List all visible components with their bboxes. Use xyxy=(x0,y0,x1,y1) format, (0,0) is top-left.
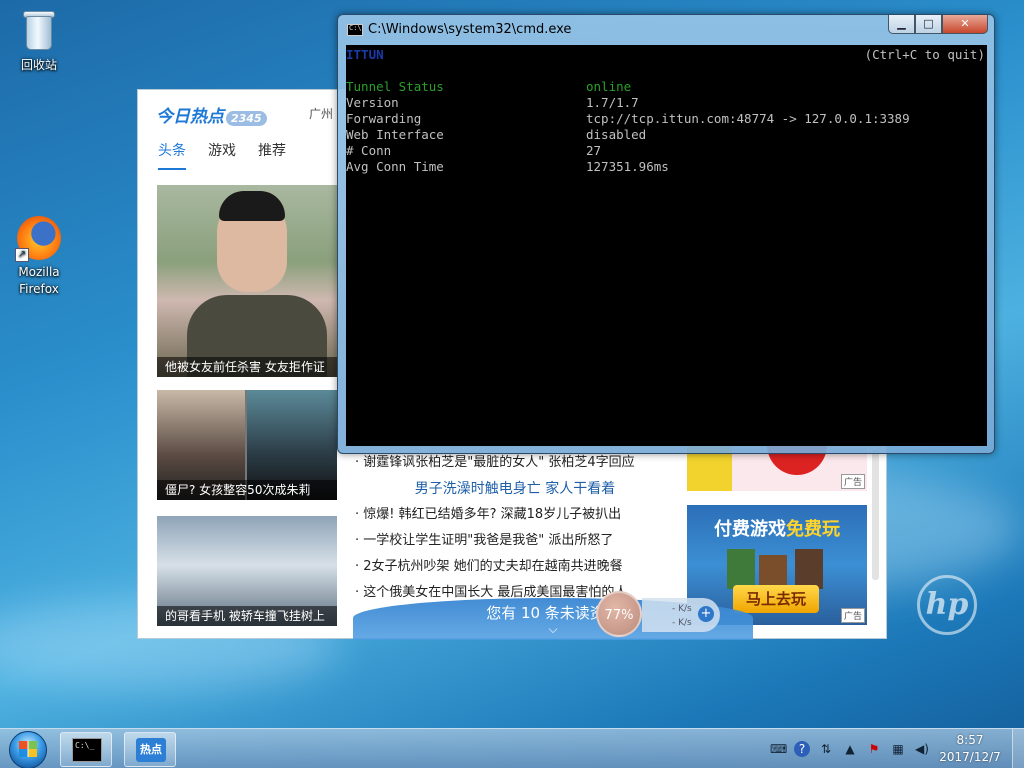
cmd-window-title: C:\Windows\system32\cmd.exe xyxy=(368,22,572,37)
news-photo-card[interactable]: 僵尸? 女孩整容50次成朱莉 xyxy=(157,390,337,500)
network-activity-icon[interactable]: ⇅ xyxy=(818,741,834,757)
photo-caption: 他被女友前任杀害 女友拒作证 xyxy=(157,357,337,377)
windows-logo-icon xyxy=(19,741,37,757)
speed-monitor-ball[interactable]: 77% xyxy=(596,591,642,637)
volume-icon[interactable]: ◀) xyxy=(914,741,930,757)
action-center-icon[interactable]: ⚑ xyxy=(866,741,882,757)
tab-games[interactable]: 游戏 xyxy=(208,140,236,170)
headline-list: · 谢霆锋讽张柏芝是"最脏的女人" 张柏芝4字回应 男子洗澡时触电身亡 家人干看… xyxy=(355,452,675,608)
network-icon[interactable]: ▦ xyxy=(890,741,906,757)
speed-add-button[interactable]: + xyxy=(698,606,714,622)
taskbar: C:\_ 热点 ⌨ ? ⇅ ▲ ⚑ ▦ ◀) 8:57 2017/12/7 xyxy=(0,728,1024,768)
ad-game-headline: 付费游戏免费玩 xyxy=(714,519,840,540)
news-tabs: 头条 游戏 推荐 xyxy=(158,140,286,170)
cmd-window: C:\Windows\system32\cmd.exe ▁ □ ✕ ITTUN … xyxy=(337,14,995,454)
keyboard-icon[interactable]: ⌨ xyxy=(770,741,787,757)
system-tray: ⌨ ? ⇅ ▲ ⚑ ▦ ◀) xyxy=(770,729,930,768)
console-header-hint: (Ctrl+C to quit) xyxy=(864,47,985,62)
show-hidden-icons-icon[interactable]: ▲ xyxy=(842,741,858,757)
news-logo-badge: 2345 xyxy=(226,111,267,126)
ad-tag: 广告 xyxy=(840,474,865,489)
headline-link[interactable]: · 惊爆! 韩红已结婚多年? 深藏18岁儿子被扒出 xyxy=(355,504,675,530)
headline-link[interactable]: · 谢霆锋讽张柏芝是"最脏的女人" 张柏芝4字回应 xyxy=(355,452,675,478)
ad-tag: 广告 xyxy=(840,608,865,623)
help-icon[interactable]: ? xyxy=(794,741,810,757)
minimize-button[interactable]: ▁ xyxy=(888,15,915,34)
console-output[interactable]: ITTUN (Ctrl+C to quit) Tunnel Status onli… xyxy=(346,45,987,446)
start-button[interactable] xyxy=(5,729,51,768)
maximize-button[interactable]: □ xyxy=(915,15,942,34)
cmd-app-icon[interactable] xyxy=(347,24,363,36)
clock-date: 2017/12/7 xyxy=(939,750,1001,764)
headline-link[interactable]: · 一学校让学生证明"我爸是我爸" 派出所怒了 xyxy=(355,530,675,556)
hp-logo: hp xyxy=(917,575,977,635)
redian-taskbar-button[interactable]: 热点 xyxy=(124,732,176,767)
cmd-icon: C:\_ xyxy=(72,738,102,762)
close-button[interactable]: ✕ xyxy=(942,15,988,34)
window-controls: ▁ □ ✕ xyxy=(888,15,988,34)
recycle-bin-icon xyxy=(22,8,56,52)
show-desktop-button[interactable] xyxy=(1012,729,1024,768)
desktop-icon-label: Mozilla Firefox xyxy=(18,265,60,296)
clock-time: 8:57 xyxy=(956,733,984,747)
clock[interactable]: 8:57 2017/12/7 xyxy=(935,732,1005,766)
headline-link-featured[interactable]: 男子洗澡时触电身亡 家人干看着 xyxy=(355,478,675,504)
tab-recommend[interactable]: 推荐 xyxy=(258,140,286,170)
desktop-icon-label: 回收站 xyxy=(20,58,57,72)
city-label[interactable]: 广州 xyxy=(309,105,333,122)
speed-monitor-panel[interactable]: - K/s - K/s + xyxy=(642,598,720,632)
headline-link[interactable]: · 2女子杭州吵架 她们的丈夫却在越南共进晚餐 xyxy=(355,556,675,582)
photo-caption: 的哥看手机 被轿车撞飞挂树上 xyxy=(157,606,337,626)
news-photo-card[interactable]: 的哥看手机 被轿车撞飞挂树上 xyxy=(157,516,337,626)
cmd-titlebar[interactable]: C:\Windows\system32\cmd.exe ▁ □ ✕ xyxy=(338,15,994,43)
news-scrollbar[interactable] xyxy=(872,450,879,580)
cmd-taskbar-button[interactable]: C:\_ xyxy=(60,732,112,767)
firefox-icon: ↗ xyxy=(15,216,61,262)
news-photo-card[interactable]: 他被女友前任杀害 女友拒作证 xyxy=(157,185,337,377)
desktop-icon-firefox[interactable]: ↗ Mozilla Firefox xyxy=(9,216,69,298)
redian-icon: 热点 xyxy=(136,738,166,762)
photo-caption: 僵尸? 女孩整容50次成朱莉 xyxy=(157,480,337,500)
shortcut-arrow-icon: ↗ xyxy=(15,248,29,262)
news-logo[interactable]: 今日热点 2345 xyxy=(156,102,267,127)
desktop-icon-recycle-bin[interactable]: 回收站 xyxy=(9,8,69,73)
console-header-app: ITTUN xyxy=(346,47,384,62)
tab-headlines[interactable]: 头条 xyxy=(158,140,186,170)
